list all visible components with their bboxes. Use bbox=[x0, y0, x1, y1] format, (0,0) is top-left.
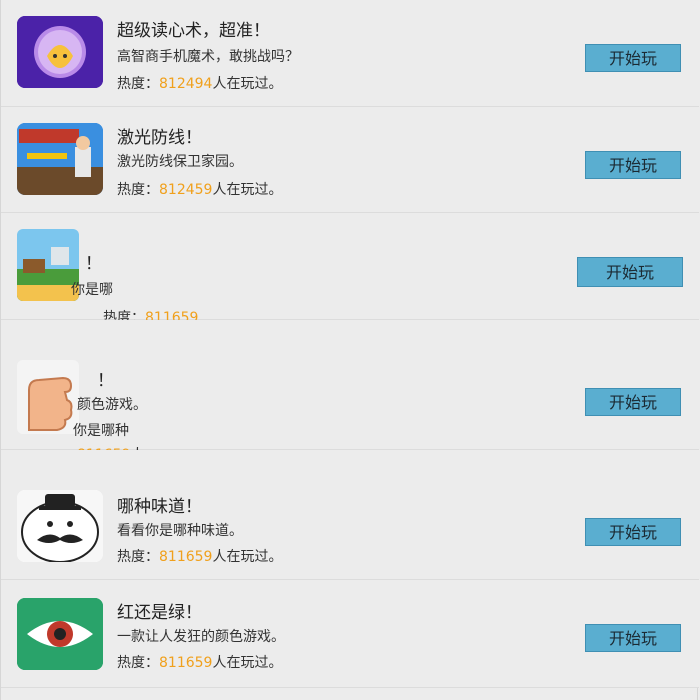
mustache-face-icon bbox=[17, 490, 103, 562]
item-title: 哪种味道！ bbox=[117, 497, 202, 517]
eye-icon bbox=[17, 598, 103, 670]
mind-reading-orb-icon bbox=[17, 16, 103, 88]
start-play-button[interactable]: 开始玩 bbox=[585, 624, 681, 652]
item-title: 超级读心术，超准！ bbox=[117, 21, 270, 41]
item-title: ！ bbox=[97, 371, 114, 391]
play-count: 热度：812494人在玩过。 bbox=[117, 73, 282, 93]
play-count-number: 812494 bbox=[159, 76, 213, 92]
item-description: 高智商手机魔术，敢挑战吗？ bbox=[117, 49, 299, 65]
heat-label: 热度： bbox=[117, 76, 159, 92]
start-play-button[interactable]: 开始玩 bbox=[585, 44, 681, 72]
thumb-hand-icon bbox=[17, 360, 79, 434]
heat-label: 热度： bbox=[117, 549, 159, 565]
item-title: 红还是绿！ bbox=[117, 603, 202, 623]
start-play-button[interactable]: 开始玩 bbox=[585, 388, 681, 416]
floating-island-game-icon bbox=[17, 229, 79, 301]
item-description: 颜色游戏。 bbox=[77, 397, 147, 413]
item-description: 激光防线保卫家园。 bbox=[117, 154, 243, 170]
play-count-number: 811659 bbox=[159, 655, 213, 671]
item-title: 激光防线！ bbox=[117, 128, 202, 148]
list-item[interactable]: ！ 你是哪 热度：811659 开始玩 bbox=[1, 213, 699, 326]
list-item[interactable]: 红还是绿！ 一款让人发狂的颜色游戏。 热度：811659人在玩过。 开始玩 bbox=[1, 580, 699, 688]
heat-suffix: 人在玩过。 bbox=[212, 655, 283, 671]
laser-defense-game-icon bbox=[17, 123, 103, 195]
start-play-button[interactable]: 开始玩 bbox=[577, 257, 683, 287]
heat-label: 热度： bbox=[117, 655, 159, 671]
play-count: 热度：812459人在玩过。 bbox=[117, 179, 282, 199]
item-title: ！ bbox=[85, 254, 102, 274]
list-item[interactable]: ！ 颜色游戏。 你是哪种 811659人 开始玩 bbox=[1, 320, 699, 463]
start-play-button[interactable]: 开始玩 bbox=[585, 518, 681, 546]
start-play-button[interactable]: 开始玩 bbox=[585, 151, 681, 179]
list-item[interactable]: 超级读心术，超准！ 高智商手机魔术，敢挑战吗？ 热度：812494人在玩过。 开… bbox=[1, 0, 699, 107]
play-count: 热度：811659人在玩过。 bbox=[117, 546, 282, 566]
play-count-number: 812459 bbox=[159, 182, 213, 198]
game-list: 超级读心术，超准！ 高智商手机魔术，敢挑战吗？ 热度：812494人在玩过。 开… bbox=[0, 0, 699, 700]
item-description: 一款让人发狂的颜色游戏。 bbox=[117, 629, 285, 645]
heat-suffix: 人在玩过。 bbox=[212, 182, 283, 198]
list-item[interactable]: 激光防线！ 激光防线保卫家园。 热度：812459人在玩过。 开始玩 bbox=[1, 107, 699, 213]
item-description-secondary: 你是哪种 bbox=[73, 423, 129, 439]
heat-suffix: 人在玩过。 bbox=[212, 76, 283, 92]
item-description: 看看你是哪种味道。 bbox=[117, 523, 243, 539]
play-count-number: 811659 bbox=[159, 549, 213, 565]
item-description: 你是哪 bbox=[71, 282, 113, 298]
heat-label: 热度： bbox=[117, 182, 159, 198]
play-count: 热度：811659人在玩过。 bbox=[117, 652, 282, 672]
list-item[interactable]: 哪种味道！ 看看你是哪种味道。 热度：811659人在玩过。 开始玩 bbox=[1, 450, 699, 580]
heat-suffix: 人在玩过。 bbox=[212, 549, 283, 565]
